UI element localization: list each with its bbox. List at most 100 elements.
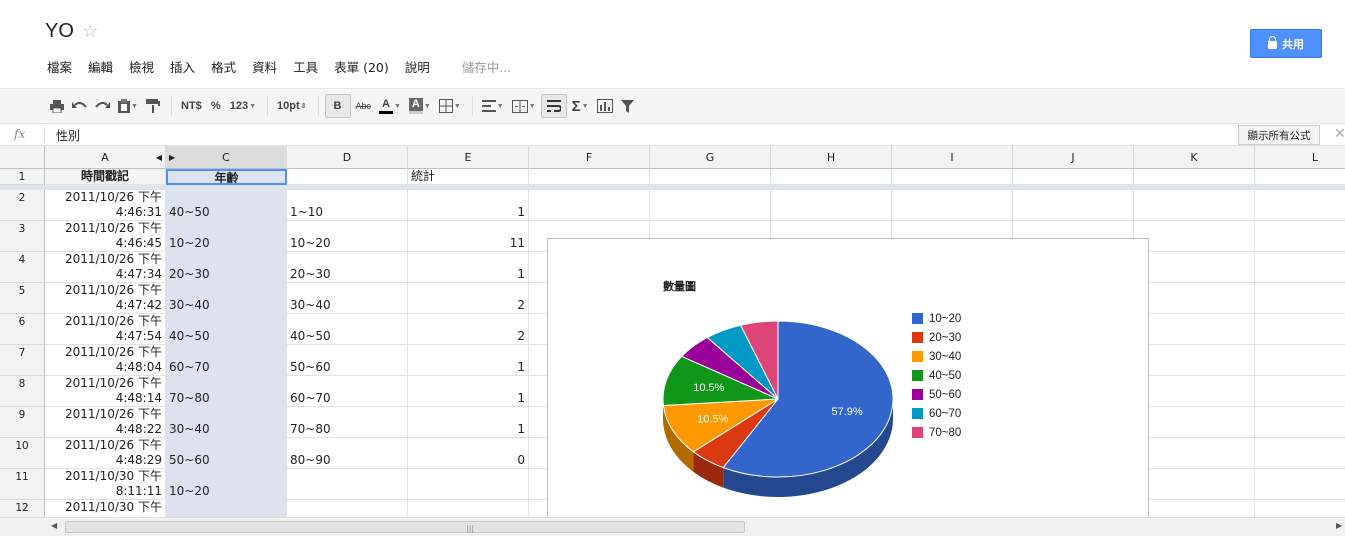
menu-help[interactable]: 說明 <box>405 57 430 76</box>
cell-timestamp[interactable]: 2011/10/26 下午 4:47:54 <box>45 314 166 345</box>
cell-c-header[interactable]: 年齡 <box>166 169 287 185</box>
row-header[interactable]: 11 <box>0 469 45 500</box>
cell-timestamp[interactable]: 2011/10/26 下午 4:48:22 <box>45 407 166 438</box>
column-header-a[interactable]: A ◀ <box>45 146 166 169</box>
row-header[interactable]: 8 <box>0 376 45 407</box>
cell-timestamp[interactable]: 2011/10/26 下午 4:46:45 <box>45 221 166 252</box>
insert-chart-icon[interactable] <box>594 94 616 118</box>
cell-age[interactable]: 50~60 <box>166 438 287 469</box>
cell-timestamp[interactable]: 2011/10/26 下午 4:48:14 <box>45 376 166 407</box>
functions-button[interactable]: Σ ▼ <box>569 94 592 118</box>
legend-item[interactable]: 50~60 <box>912 385 961 404</box>
cell-age[interactable]: 40~50 <box>166 190 287 221</box>
legend-item[interactable]: 20~30 <box>912 328 961 347</box>
merge-cells-icon[interactable]: ▼ <box>509 94 539 118</box>
menu-tools[interactable]: 工具 <box>293 57 318 76</box>
currency-format-button[interactable]: NT$ <box>178 94 205 118</box>
empty-cell[interactable] <box>1255 169 1345 185</box>
cell-d-header[interactable] <box>287 169 408 185</box>
column-header-h[interactable]: H <box>771 146 892 169</box>
empty-cell[interactable] <box>1255 252 1345 283</box>
pie-chart[interactable]: 數量圖 57.9% 10.5% 10.5% 10~20 20~30 30~40 40~50… <box>547 238 1149 528</box>
cell-count[interactable]: 0 <box>408 438 529 469</box>
empty-cell[interactable] <box>1255 283 1345 314</box>
frozen-row-divider[interactable] <box>0 185 1345 190</box>
cell-count[interactable]: 1 <box>408 407 529 438</box>
cell-range[interactable]: 1~10 <box>287 190 408 221</box>
empty-cell[interactable] <box>892 190 1013 221</box>
cell-count[interactable]: 1 <box>408 252 529 283</box>
cell-timestamp[interactable]: 2011/10/26 下午 4:48:29 <box>45 438 166 469</box>
empty-cell[interactable] <box>1013 169 1134 185</box>
legend-item[interactable]: 30~40 <box>912 347 961 366</box>
collapse-right-icon[interactable]: ▶ <box>169 146 175 169</box>
borders-icon[interactable]: ▼ <box>436 94 464 118</box>
empty-cell[interactable] <box>1134 221 1255 252</box>
cell-count[interactable]: 1 <box>408 345 529 376</box>
scroll-right-icon[interactable]: ▶ <box>1336 521 1342 530</box>
empty-cell[interactable] <box>650 169 771 185</box>
column-header-j[interactable]: J <box>1013 146 1134 169</box>
paint-format-icon[interactable] <box>143 94 163 118</box>
cell-age[interactable]: 40~50 <box>166 314 287 345</box>
menu-file[interactable]: 檔案 <box>47 57 72 76</box>
row-header[interactable]: 6 <box>0 314 45 345</box>
empty-cell[interactable] <box>1255 438 1345 469</box>
empty-cell[interactable] <box>1134 169 1255 185</box>
cell-age[interactable]: 70~80 <box>166 376 287 407</box>
menu-insert[interactable]: 插入 <box>170 57 195 76</box>
cell-a-header[interactable]: 時間戳記 <box>45 169 166 185</box>
cell-age[interactable]: 30~40 <box>166 283 287 314</box>
empty-cell[interactable] <box>771 190 892 221</box>
cell-age[interactable] <box>166 500 287 517</box>
cell-age[interactable]: 30~40 <box>166 407 287 438</box>
empty-cell[interactable] <box>1134 438 1255 469</box>
paste-icon[interactable]: ▼ <box>115 94 141 118</box>
column-header-c[interactable]: ▶ C <box>166 146 287 169</box>
cell-range[interactable]: 30~40 <box>287 283 408 314</box>
row-header[interactable]: 3 <box>0 221 45 252</box>
cell-count[interactable] <box>408 500 529 517</box>
column-header-k[interactable]: K <box>1134 146 1255 169</box>
share-button[interactable]: 共用 <box>1250 29 1322 58</box>
print-icon[interactable] <box>47 94 67 118</box>
row-header[interactable]: 4 <box>0 252 45 283</box>
menu-format[interactable]: 格式 <box>211 57 236 76</box>
empty-cell[interactable] <box>1013 190 1134 221</box>
collapse-left-icon[interactable]: ◀ <box>156 146 162 169</box>
filter-icon[interactable] <box>618 94 637 118</box>
column-header-i[interactable]: I <box>892 146 1013 169</box>
cell-range[interactable]: 10~20 <box>287 221 408 252</box>
close-icon[interactable]: ✕ <box>1334 126 1345 142</box>
cell-range[interactable] <box>287 500 408 517</box>
empty-cell[interactable] <box>892 169 1013 185</box>
empty-cell[interactable] <box>1255 221 1345 252</box>
empty-cell[interactable] <box>771 169 892 185</box>
legend-item[interactable]: 60~70 <box>912 404 961 423</box>
legend-item[interactable]: 40~50 <box>912 366 961 385</box>
empty-cell[interactable] <box>1134 345 1255 376</box>
empty-cell[interactable] <box>1255 190 1345 221</box>
empty-cell[interactable] <box>1255 345 1345 376</box>
show-formulas-button[interactable]: 顯示所有公式 <box>1238 125 1320 145</box>
strikethrough-button[interactable]: Abc <box>353 94 375 118</box>
empty-cell[interactable] <box>1134 469 1255 500</box>
cell-age[interactable]: 10~20 <box>166 469 287 500</box>
empty-cell[interactable] <box>1255 314 1345 345</box>
horizontal-scrollbar[interactable]: ◀ ||| ▶ <box>0 517 1345 536</box>
legend-item[interactable]: 70~80 <box>912 423 961 442</box>
empty-cell[interactable] <box>650 190 771 221</box>
empty-cell[interactable] <box>1255 500 1345 517</box>
cell-timestamp[interactable]: 2011/10/30 下午 8:11:11 <box>45 469 166 500</box>
empty-cell[interactable] <box>1255 469 1345 500</box>
column-header-e[interactable]: E <box>408 146 529 169</box>
cell-range[interactable]: 80~90 <box>287 438 408 469</box>
row-header[interactable]: 12 <box>0 500 45 517</box>
empty-cell[interactable] <box>1134 500 1255 517</box>
empty-cell[interactable] <box>529 169 650 185</box>
cell-range[interactable]: 70~80 <box>287 407 408 438</box>
cell-count[interactable]: 1 <box>408 376 529 407</box>
row-header[interactable]: 10 <box>0 438 45 469</box>
cell-age[interactable]: 20~30 <box>166 252 287 283</box>
select-all-corner[interactable] <box>0 146 45 169</box>
